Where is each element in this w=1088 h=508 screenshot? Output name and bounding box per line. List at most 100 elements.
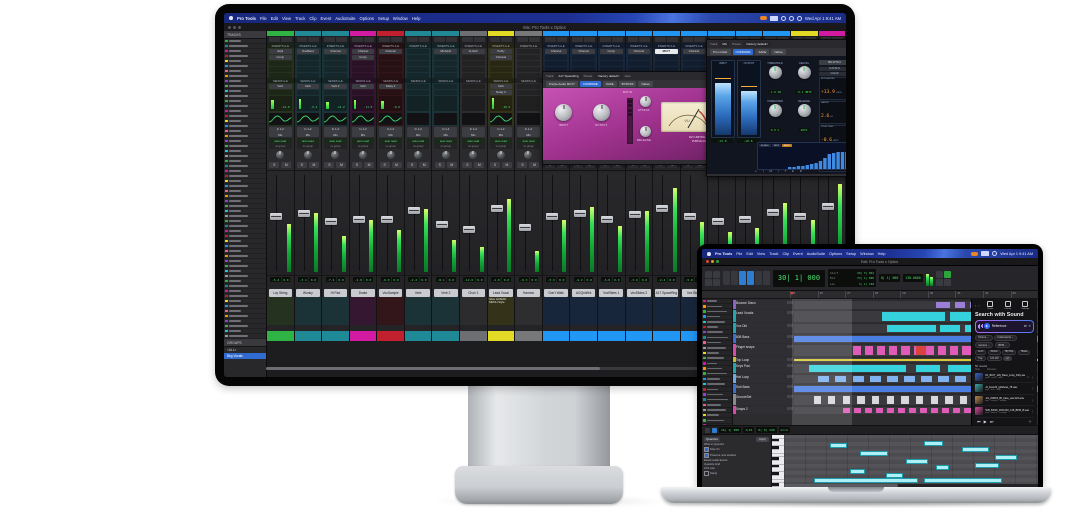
pan-knob[interactable] <box>497 151 505 159</box>
insert-slot[interactable] <box>683 55 706 60</box>
output-path-selector[interactable]: Mix <box>324 132 347 137</box>
audio-clip[interactable] <box>853 376 864 382</box>
send-level-mini[interactable]: -10.5 <box>490 96 513 111</box>
insert-slot[interactable]: Channel <box>545 49 568 54</box>
audio-clip[interactable] <box>857 396 864 404</box>
search-result-row[interactable]: LO_live123_gldsbeat_78.wavkeys · lo-fi ·… <box>975 383 1034 395</box>
knob-release[interactable]: RELEASEAUTO <box>790 100 818 136</box>
result-menu-icon[interactable]: ⋮ <box>1031 409 1034 413</box>
tag-chip-120-130[interactable]: 120-130 <box>987 356 1001 361</box>
apple-menu-icon[interactable] <box>229 16 233 20</box>
midi-note[interactable] <box>962 447 989 452</box>
group-assign[interactable]: no group <box>379 144 402 149</box>
track-header[interactable]: Hat Loop <box>733 374 794 383</box>
audio-clip[interactable] <box>920 408 927 413</box>
insert-slot[interactable] <box>297 61 320 66</box>
insert-slot[interactable]: Purify <box>490 49 513 54</box>
midi-note[interactable] <box>936 465 948 470</box>
insert-slot[interactable] <box>572 61 595 66</box>
volume-fader[interactable] <box>546 213 558 220</box>
insert-slot[interactable] <box>407 67 430 72</box>
volume-fader[interactable] <box>325 218 337 225</box>
groups-panel-header[interactable]: GROUPS <box>224 339 266 347</box>
automation-mode[interactable]: auto read <box>407 138 430 144</box>
insert-slot[interactable] <box>297 73 320 78</box>
audio-clip[interactable] <box>945 396 952 404</box>
input-path-selector[interactable]: In 1-2 <box>490 127 513 132</box>
result-menu-icon[interactable]: ⋮ <box>1031 375 1034 379</box>
audio-clip[interactable] <box>877 346 885 355</box>
output-path-selector[interactable]: Mix <box>269 132 292 137</box>
midi-note[interactable] <box>975 463 1000 468</box>
add-icon[interactable]: ＋ <box>1028 419 1032 425</box>
volume-fader[interactable] <box>601 216 613 223</box>
menu-item-track[interactable]: Track <box>769 252 778 256</box>
prolimiter-track-selector[interactable]: Mix <box>719 41 730 47</box>
audio-clip[interactable] <box>901 346 909 355</box>
search-result-row[interactable]: HAB_BASS_DNC133_135_BPM_B.wavbass · danc… <box>975 406 1034 418</box>
menu-item-file[interactable]: File <box>736 252 742 256</box>
automation-mode[interactable]: auto read <box>324 138 347 144</box>
track-name-plate[interactable]: Drake <box>351 289 375 297</box>
insert-slot[interactable] <box>572 55 595 60</box>
mixer-channel-strip[interactable]: INSERTS A-ED-VerbSENDS A-EIn 1-2Mixauto … <box>460 31 488 341</box>
mute-button[interactable]: M <box>502 162 512 168</box>
midi-note[interactable] <box>850 469 865 474</box>
audio-clip[interactable] <box>916 346 926 355</box>
audio-clip[interactable] <box>876 408 883 413</box>
mc77-input-knob[interactable] <box>555 104 572 121</box>
group-assign[interactable]: no group <box>297 144 320 149</box>
track-comments[interactable] <box>515 297 542 325</box>
back-icon[interactable]: ‹ <box>975 303 976 308</box>
tag-chip-more[interactable]: +2 <box>1003 356 1012 361</box>
group-assign[interactable]: no group <box>434 144 457 149</box>
knob-control[interactable] <box>769 104 782 117</box>
pan-knob[interactable] <box>414 151 422 159</box>
audio-clip[interactable] <box>940 325 960 332</box>
midi-note[interactable] <box>860 451 887 456</box>
insert-slot[interactable] <box>517 55 540 60</box>
track-comments[interactable] <box>626 297 653 325</box>
track-name-plate[interactable]: Lzy String <box>269 289 293 297</box>
eq-curve-thumbnail[interactable] <box>324 113 347 125</box>
group-assign[interactable]: no group <box>324 144 347 149</box>
insert-slot[interactable]: Comp <box>269 55 292 60</box>
input-path-selector[interactable]: In 1-2 <box>324 127 347 132</box>
eq-curve-thumbnail[interactable] <box>269 113 292 125</box>
insert-slot[interactable] <box>407 73 430 78</box>
insert-slot[interactable] <box>517 67 540 72</box>
track-name-plate[interactable]: Lead Vocal <box>489 289 513 297</box>
insert-slot[interactable] <box>462 55 485 60</box>
insert-slot[interactable] <box>269 73 292 78</box>
mc77-preset-selector[interactable]: <factory default> <box>594 73 622 79</box>
main-counter[interactable]: 30| 1| 000 <box>773 270 825 287</box>
menu-item-file[interactable]: File <box>260 16 267 21</box>
audio-clip[interactable] <box>955 376 966 382</box>
volume-fader[interactable] <box>684 213 696 220</box>
menu-item-setup[interactable]: Setup <box>846 252 856 256</box>
audio-clip[interactable] <box>916 365 940 372</box>
tag-chip-hip-hop[interactable]: Hip Hop <box>1002 350 1016 355</box>
solo-button[interactable]: S <box>269 162 279 168</box>
input-path-selector[interactable]: In 1-2 <box>434 127 457 132</box>
insert-slot[interactable] <box>407 61 430 66</box>
track-comments[interactable] <box>543 297 570 325</box>
track-comments[interactable] <box>598 297 625 325</box>
send-slot[interactable]: Delay 2 <box>379 84 402 89</box>
volume-fader[interactable] <box>463 226 475 233</box>
input-path-selector[interactable]: In 1-2 <box>462 127 485 132</box>
filter-chip-drums[interactable]: Drums ⌄ <box>975 335 993 341</box>
audio-clip[interactable] <box>964 408 971 413</box>
filter-chip-bpm[interactable]: BPM ⌄ <box>995 342 1011 348</box>
solo-button[interactable]: S <box>352 162 362 168</box>
eq-curve-thumbnail[interactable] <box>407 113 430 125</box>
volume-fader[interactable] <box>822 203 834 210</box>
tracks-list[interactable] <box>224 39 266 339</box>
sound-search-box[interactable]: Reference ⇄ ✕ <box>975 320 1034 333</box>
insert-slot[interactable]: D-Verb <box>462 49 485 54</box>
audio-clip[interactable] <box>936 302 951 308</box>
insert-slot[interactable]: OneBand <box>297 49 320 54</box>
mute-button[interactable]: M <box>281 162 291 168</box>
play-icon[interactable]: ▶ <box>984 419 987 424</box>
edit-tool-buttons[interactable] <box>723 271 770 285</box>
